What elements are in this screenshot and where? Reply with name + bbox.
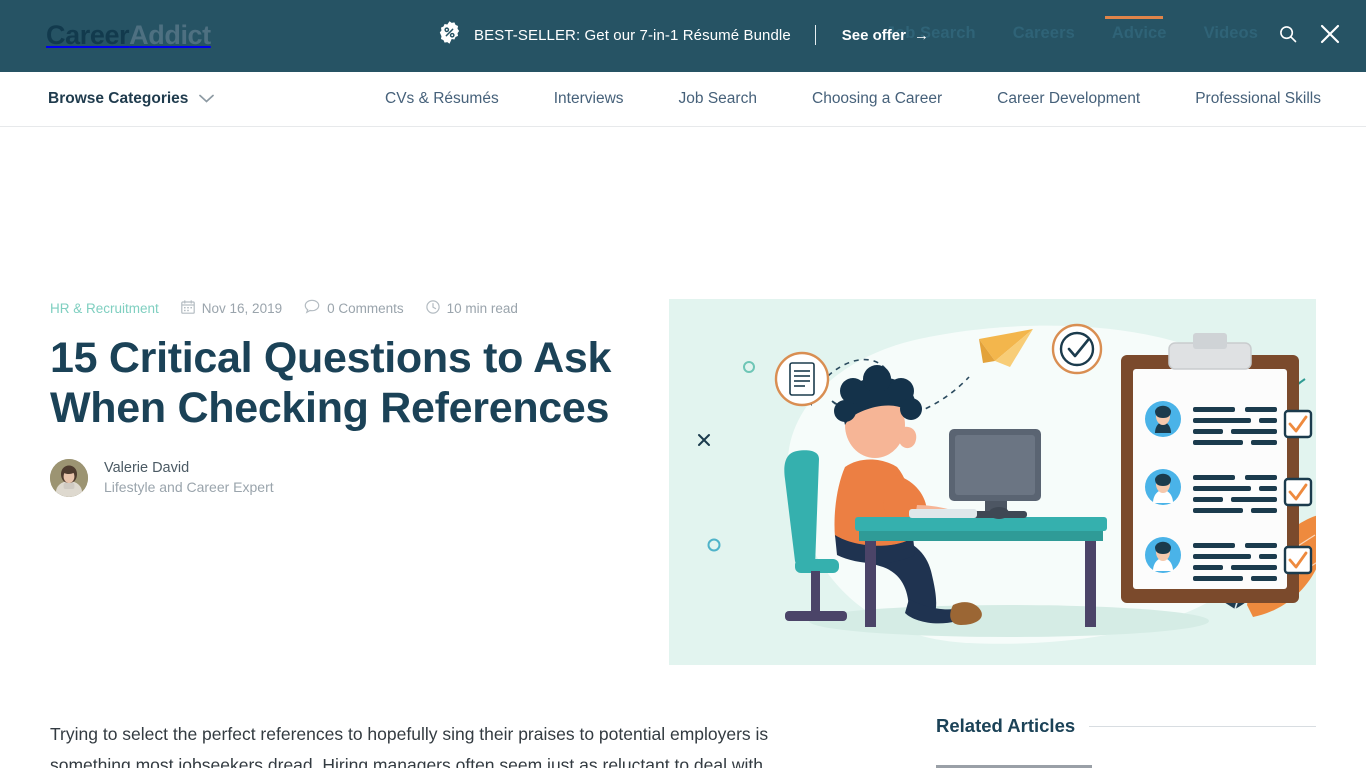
related-articles-panel: Related Articles [936,715,1316,768]
site-header: CareerAddict Job Search Careers Advice V… [0,0,1366,72]
browse-categories-button[interactable]: Browse Categories [48,90,215,108]
search-icon[interactable] [1278,24,1298,44]
nav-item-videos[interactable]: Videos [1204,24,1258,43]
close-icon[interactable] [1318,22,1342,46]
category-link-choosing-a-career[interactable]: Choosing a Career [812,90,942,108]
category-link-job-search[interactable]: Job Search [679,90,757,108]
category-links: CVs & Résumés Interviews Job Search Choo… [385,90,1321,108]
article-author[interactable]: Valerie David Lifestyle and Career Exper… [50,459,640,497]
article-category-link[interactable]: HR & Recruitment [50,301,159,316]
author-role: Lifestyle and Career Expert [104,479,274,495]
clock-icon [425,299,440,317]
article-header: HR & Recruitment Nov 16, 2019 0 Comments… [50,297,640,497]
author-info: Valerie David Lifestyle and Career Exper… [104,459,274,497]
category-link-interviews[interactable]: Interviews [554,90,624,108]
article-meta: HR & Recruitment Nov 16, 2019 0 Comments… [50,297,640,319]
related-articles-header: Related Articles [936,715,1316,737]
category-nav-bar: Browse Categories CVs & Résumés Intervie… [0,16,1366,127]
nav-item-careers[interactable]: Careers [1013,24,1075,43]
category-link-career-development[interactable]: Career Development [997,90,1140,108]
percent-badge-icon [437,20,462,50]
article-date-label: Nov 16, 2019 [201,300,283,316]
logo-text-addict: Addict [129,20,211,50]
browse-categories-label: Browse Categories [48,90,189,107]
see-offer-link[interactable]: See offer → [842,27,929,44]
author-name: Valerie David [104,460,190,476]
article-comments: 0 Comments [304,299,404,317]
article-body: Trying to select the perfect references … [50,719,840,768]
avatar [50,459,88,497]
see-offer-label: See offer [841,26,906,44]
comment-bubble-icon [304,299,320,317]
article-paragraph-1: Trying to select the perfect references … [50,724,769,768]
site-logo[interactable]: CareerAddict [46,20,211,51]
related-articles-title: Related Articles [936,715,1076,736]
article-comments-label: 0 Comments [327,300,404,316]
header-icon-group [1278,22,1342,46]
category-link-professional-skills[interactable]: Professional Skills [1195,90,1321,108]
hero-illustration [669,299,1316,665]
primary-nav: Job Search Careers Advice Videos [886,24,1258,43]
logo-text-career: Career [46,20,130,50]
article-hero-image [669,299,1316,665]
article-read-time: 10 min read [425,299,518,317]
nav-item-advice[interactable]: Advice [1112,24,1167,43]
arrow-right-icon: → [913,26,929,44]
related-articles-divider [1089,725,1316,727]
category-link-cvs-resumes[interactable]: CVs & Résumés [385,90,499,108]
article-date: Nov 16, 2019 [180,299,283,317]
promo-text: BEST-SELLER: Get our 7-in-1 Résumé Bundl… [474,26,791,44]
chevron-down-icon [199,90,215,108]
calendar-icon [180,299,195,317]
active-nav-indicator [1105,16,1163,19]
page-title: 15 Critical Questions to Ask When Checki… [50,334,612,432]
promo-divider [814,25,816,45]
article-read-time-label: 10 min read [446,300,518,316]
